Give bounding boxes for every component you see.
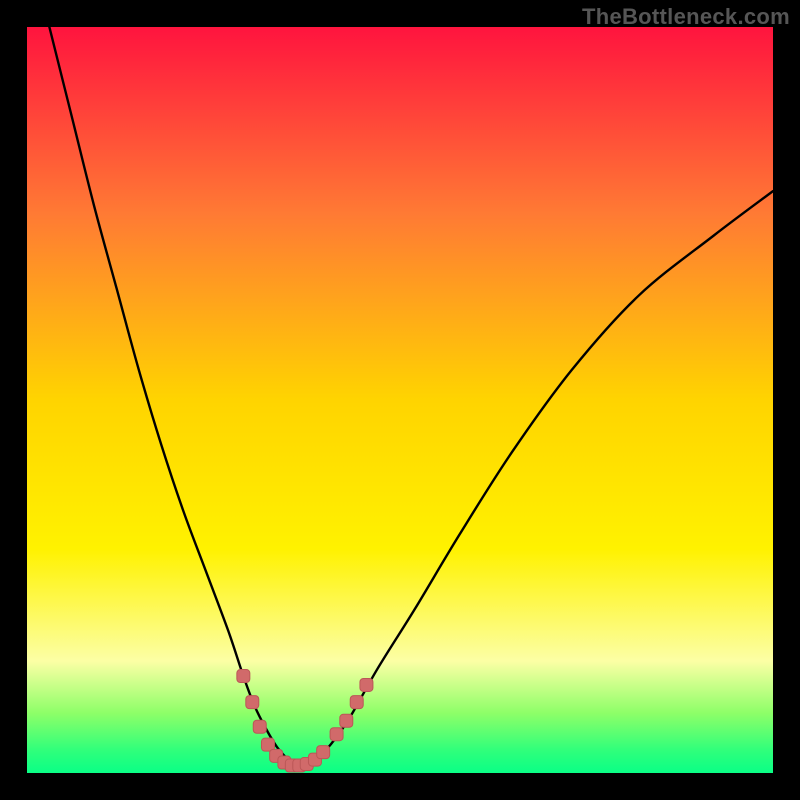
curve-markers bbox=[237, 670, 373, 773]
curve-marker bbox=[253, 720, 266, 733]
bottleneck-curve bbox=[49, 27, 773, 766]
watermark-text: TheBottleneck.com bbox=[582, 4, 790, 30]
curve-layer bbox=[27, 27, 773, 773]
curve-marker bbox=[237, 670, 250, 683]
curve-marker bbox=[330, 728, 343, 741]
curve-marker bbox=[340, 714, 353, 727]
chart-frame: TheBottleneck.com bbox=[0, 0, 800, 800]
curve-marker bbox=[317, 746, 330, 759]
curve-marker bbox=[360, 678, 373, 691]
plot-area bbox=[27, 27, 773, 773]
curve-marker bbox=[246, 696, 259, 709]
curve-marker bbox=[350, 696, 363, 709]
